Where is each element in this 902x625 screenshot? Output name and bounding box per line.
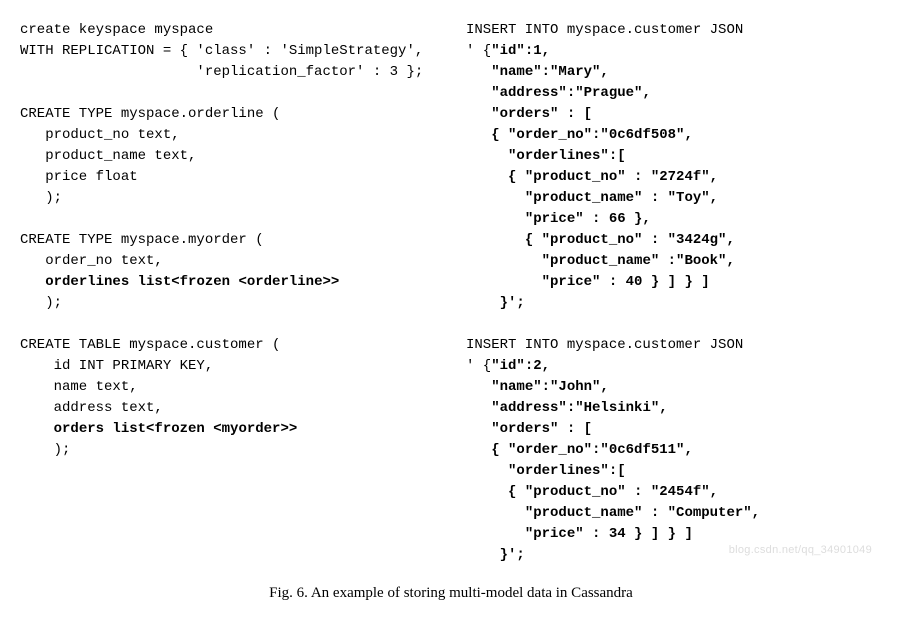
code-line: }'; [466,295,525,311]
code-line: ' {"id":2, [466,358,550,374]
code-line: "product_name" : "Computer", [466,505,760,521]
code-line: name text, [20,379,138,395]
bold-code: orders list<frozen <myorder>> [54,421,298,437]
bold-code: orderlines list<frozen <orderline>> [45,274,339,290]
code-line: { "product_no" : "2454f", [466,484,718,500]
code-line: price float [20,169,138,185]
code-line: }'; [466,547,525,563]
code-line: { "order_no":"0c6df508", [466,127,693,143]
code-line: { "product_no" : "3424g", [466,232,735,248]
code-line: CREATE TYPE myspace.myorder ( [20,232,264,248]
code-line: "name":"John", [466,379,609,395]
code-line: orderlines list<frozen <orderline>> [20,274,339,290]
code-line: ); [20,190,62,206]
code-line: orders list<frozen <myorder>> [20,421,297,437]
figure-caption: Fig. 6. An example of storing multi-mode… [20,582,882,605]
code-line: { "product_no" : "2724f", [466,169,718,185]
code-line: "orderlines":[ [466,148,626,164]
code-line: WITH REPLICATION = { 'class' : 'SimpleSt… [20,43,423,59]
right-code-column: INSERT INTO myspace.customer JSON ' {"id… [466,20,882,566]
code-line: ); [20,442,70,458]
left-code-column: create keyspace myspace WITH REPLICATION… [20,20,436,566]
code-line: "orders" : [ [466,106,592,122]
code-line: 'replication_factor' : 3 }; [20,64,423,80]
code-line: "orders" : [ [466,421,592,437]
code-line: product_no text, [20,127,180,143]
code-block-left: create keyspace myspace WITH REPLICATION… [20,20,436,461]
code-line: ' {"id":1, [466,43,550,59]
code-line: order_no text, [20,253,163,269]
code-line: CREATE TABLE myspace.customer ( [20,337,280,353]
code-line: address text, [20,400,163,416]
code-line: INSERT INTO myspace.customer JSON [466,337,743,353]
code-line: product_name text, [20,148,196,164]
code-line: "address":"Prague", [466,85,651,101]
code-block-right: INSERT INTO myspace.customer JSON ' {"id… [466,20,882,566]
code-line: create keyspace myspace [20,22,213,38]
code-line: CREATE TYPE myspace.orderline ( [20,106,280,122]
code-line: "name":"Mary", [466,64,609,80]
code-line: INSERT INTO myspace.customer JSON [466,22,743,38]
code-line: "product_name" : "Toy", [466,190,718,206]
code-line: id INT PRIMARY KEY, [20,358,213,374]
code-line: "product_name" :"Book", [466,253,735,269]
code-line: "address":"Helsinki", [466,400,668,416]
code-line: "orderlines":[ [466,463,626,479]
code-line: "price" : 40 } ] } ] [466,274,710,290]
code-line: { "order_no":"0c6df511", [466,442,693,458]
code-line: ); [20,295,62,311]
code-line: "price" : 34 } ] } ] [466,526,693,542]
code-line: "price" : 66 }, [466,211,651,227]
